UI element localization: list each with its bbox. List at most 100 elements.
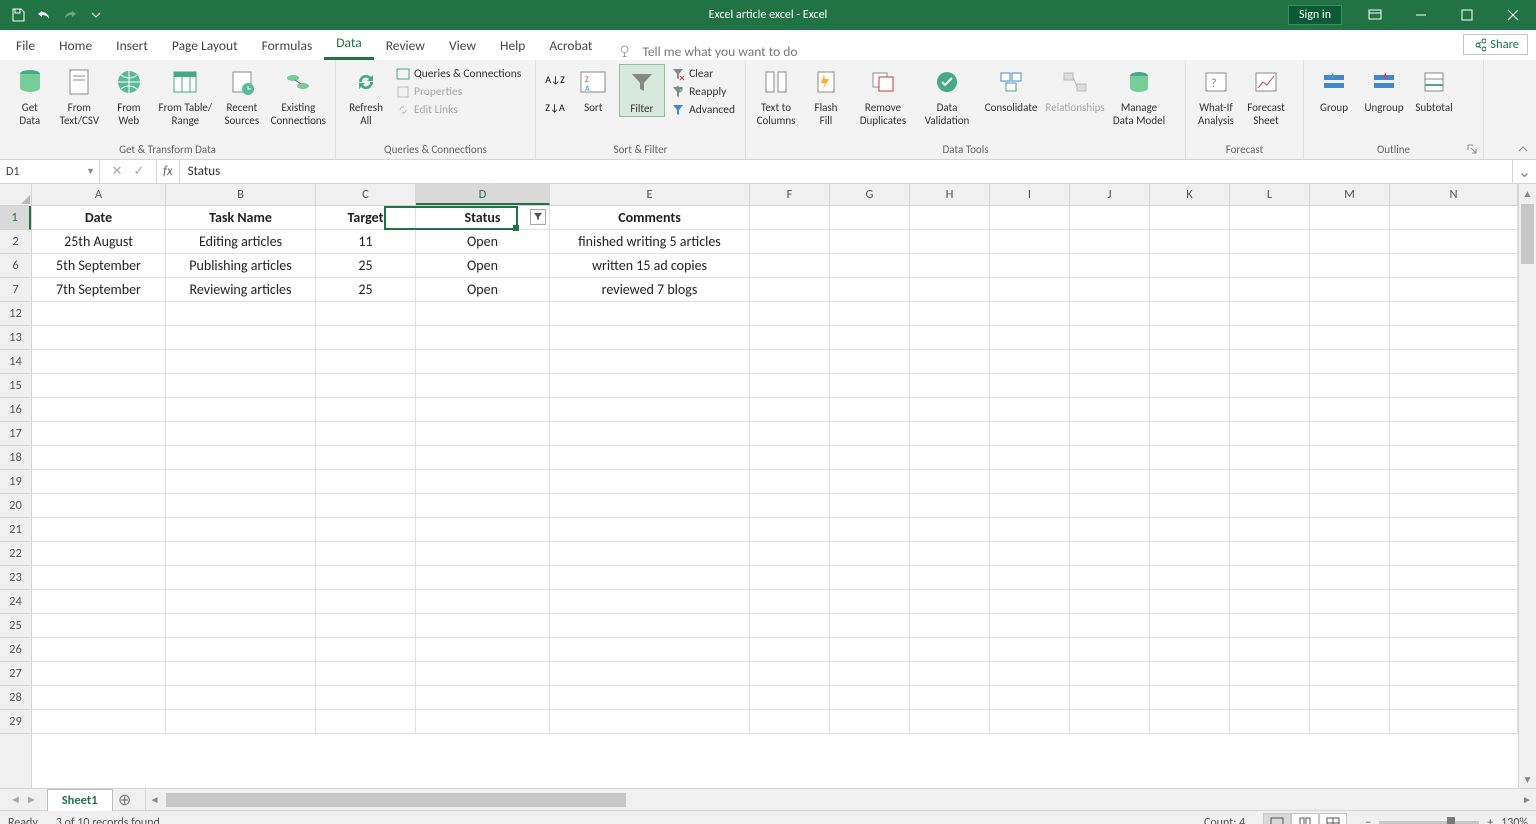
cell[interactable] — [750, 374, 830, 398]
cell[interactable]: Target — [316, 206, 416, 230]
cell[interactable] — [1150, 686, 1230, 710]
cell[interactable] — [1390, 638, 1518, 662]
cell[interactable] — [416, 590, 550, 614]
cell[interactable] — [910, 470, 990, 494]
scroll-up-icon[interactable]: ▲ — [1519, 184, 1536, 202]
cell[interactable] — [32, 662, 166, 686]
tab-acrobat[interactable]: Acrobat — [537, 31, 604, 60]
redo-icon[interactable] — [58, 3, 82, 27]
cell[interactable] — [750, 230, 830, 254]
cell[interactable] — [990, 614, 1070, 638]
col-header[interactable]: K — [1150, 184, 1230, 205]
cell[interactable] — [1310, 230, 1390, 254]
collapse-ribbon-icon[interactable] — [1516, 142, 1530, 156]
cell[interactable] — [316, 326, 416, 350]
cell[interactable] — [750, 566, 830, 590]
expand-formula-icon[interactable]: ⌄ — [1512, 160, 1536, 183]
cell[interactable] — [32, 398, 166, 422]
cell[interactable] — [316, 374, 416, 398]
sort-asc-button[interactable]: A↓Z — [544, 68, 566, 90]
cell[interactable] — [316, 542, 416, 566]
cell[interactable]: Status — [416, 206, 550, 230]
cell[interactable] — [990, 686, 1070, 710]
cell[interactable] — [1150, 278, 1230, 302]
cell[interactable] — [830, 230, 910, 254]
cell[interactable] — [990, 494, 1070, 518]
queries-connections-button[interactable]: Queries & Connections — [392, 66, 525, 82]
cell[interactable] — [830, 614, 910, 638]
cell[interactable] — [1150, 638, 1230, 662]
row-header[interactable]: 24 — [0, 590, 31, 614]
cell[interactable] — [1310, 278, 1390, 302]
consolidate-button[interactable]: Consolidate — [980, 64, 1042, 115]
cell[interactable] — [1230, 398, 1310, 422]
cell[interactable] — [1150, 326, 1230, 350]
row-header[interactable]: 21 — [0, 518, 31, 542]
cell[interactable] — [830, 350, 910, 374]
cell[interactable] — [1310, 518, 1390, 542]
ribbon-display-icon[interactable] — [1352, 0, 1398, 30]
cell[interactable] — [830, 542, 910, 566]
from-text-button[interactable]: From Text/CSV — [56, 64, 104, 127]
cell[interactable] — [910, 254, 990, 278]
cell[interactable] — [550, 398, 750, 422]
cell[interactable] — [750, 254, 830, 278]
close-icon[interactable] — [1490, 0, 1536, 30]
cell[interactable] — [1150, 470, 1230, 494]
cell[interactable] — [1230, 206, 1310, 230]
tell-me-input[interactable]: Tell me what you want to do — [618, 43, 797, 60]
cell[interactable]: Editing articles — [166, 230, 316, 254]
cell[interactable] — [416, 494, 550, 518]
cell[interactable] — [416, 614, 550, 638]
cell[interactable] — [1070, 638, 1150, 662]
cell[interactable] — [750, 302, 830, 326]
row-header[interactable]: 28 — [0, 686, 31, 710]
cell[interactable] — [416, 374, 550, 398]
cell[interactable] — [830, 566, 910, 590]
forecast-sheet-button[interactable]: Forecast Sheet — [1242, 64, 1290, 127]
cell[interactable] — [910, 302, 990, 326]
cell[interactable] — [1070, 470, 1150, 494]
cell[interactable] — [1070, 494, 1150, 518]
cell[interactable] — [1390, 326, 1518, 350]
cell[interactable] — [1070, 422, 1150, 446]
scroll-down-icon[interactable]: ▼ — [1519, 770, 1536, 788]
cell[interactable] — [32, 686, 166, 710]
cell[interactable] — [316, 614, 416, 638]
col-header[interactable]: M — [1310, 184, 1390, 205]
cell[interactable] — [1310, 206, 1390, 230]
ungroup-button[interactable]: Ungroup — [1360, 64, 1408, 115]
save-icon[interactable] — [6, 3, 30, 27]
tab-nav[interactable]: ◄ ► — [0, 789, 47, 810]
cell[interactable] — [910, 230, 990, 254]
dialog-launcher-icon[interactable] — [1465, 142, 1479, 156]
cell[interactable] — [316, 590, 416, 614]
chevron-down-icon[interactable]: ▼ — [86, 166, 95, 177]
cell[interactable] — [166, 710, 316, 734]
cell[interactable] — [830, 446, 910, 470]
col-header[interactable]: H — [910, 184, 990, 205]
refresh-all-button[interactable]: Refresh All — [342, 64, 390, 127]
cell[interactable] — [1230, 302, 1310, 326]
cell[interactable] — [316, 686, 416, 710]
cell[interactable] — [1310, 422, 1390, 446]
cell[interactable] — [910, 518, 990, 542]
cell[interactable] — [830, 686, 910, 710]
select-all-corner[interactable] — [0, 184, 32, 206]
cell[interactable] — [1070, 446, 1150, 470]
group-button[interactable]: Group — [1310, 64, 1358, 115]
cell[interactable] — [990, 398, 1070, 422]
cell[interactable] — [1070, 302, 1150, 326]
cell[interactable] — [32, 422, 166, 446]
cell[interactable] — [1230, 662, 1310, 686]
cell[interactable] — [1150, 374, 1230, 398]
cell[interactable] — [32, 374, 166, 398]
cell[interactable] — [1310, 254, 1390, 278]
row-header[interactable]: 29 — [0, 710, 31, 734]
cell[interactable] — [750, 518, 830, 542]
cell[interactable] — [1070, 590, 1150, 614]
cell[interactable] — [316, 662, 416, 686]
cell[interactable] — [416, 638, 550, 662]
cell[interactable] — [32, 326, 166, 350]
cell[interactable] — [990, 350, 1070, 374]
